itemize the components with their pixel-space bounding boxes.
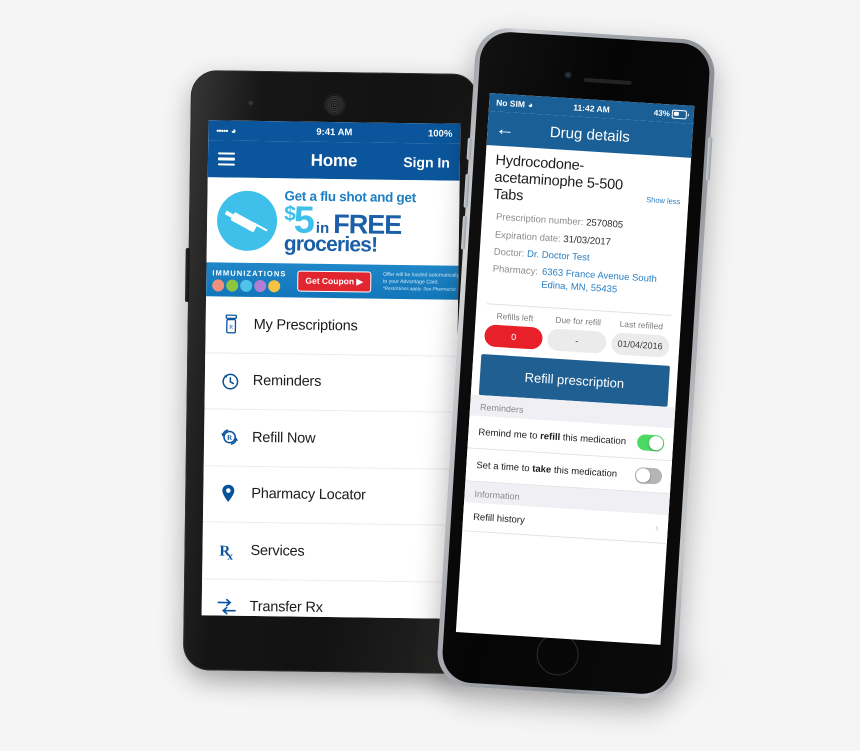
menu-item-label: Pharmacy Locator: [251, 486, 366, 504]
hepatitis-icon: [226, 279, 239, 292]
menu-item-label: My Prescriptions: [253, 316, 358, 335]
menu-item-label: Reminders: [252, 373, 322, 391]
menu-item-label: Transfer Rx: [249, 599, 323, 617]
stat-label: Due for refill: [554, 314, 602, 328]
field-value: 2570805: [585, 217, 624, 231]
svg-text:x: x: [227, 550, 233, 560]
menu-item-reminders[interactable]: Reminders: [204, 352, 458, 413]
iphone-screen: No SIM ◕ 11:42 AM 43% ← Drug details Hyd…: [455, 93, 695, 645]
svg-text:R: R: [229, 325, 233, 331]
promo-text-block: Get a flu shot and get $5 in FREE grocer…: [284, 188, 416, 257]
get-coupon-button[interactable]: Get Coupon ▶: [297, 270, 372, 293]
rx-icon: Rx: [216, 540, 238, 560]
android-app-bar: Home Sign In: [207, 140, 461, 181]
stat-label: Last refilled: [619, 318, 664, 332]
status-clock: 9:41 AM: [316, 126, 353, 138]
fine-print-line-3: *Restrictions apply. See Pharmacist.: [382, 285, 457, 292]
immunizations-left-block: IMMUNIZATIONS: [212, 267, 287, 292]
android-phone: ••••• ◕ 9:41 AM 100% Home Sign In Get a …: [182, 70, 478, 674]
field-label: Pharmacy:: [492, 263, 539, 278]
stat-refills-left: Refills left 0: [483, 310, 544, 350]
field-label: Doctor:: [493, 246, 525, 260]
reminder-label: Set a time to take this medication: [476, 459, 618, 480]
stat-value: 0: [483, 324, 544, 350]
battery-percent: 100%: [427, 127, 453, 140]
pharmacy-field: Pharmacy: 6363 France Avenue South Edina…: [492, 264, 674, 300]
menu-item-transfer-rx[interactable]: Transfer Rx: [201, 578, 455, 619]
front-camera-icon: [564, 71, 572, 79]
menu-item-label: Refill Now: [251, 429, 316, 447]
stat-value: -: [547, 328, 607, 354]
iphone-body: No SIM ◕ 11:42 AM 43% ← Drug details Hyd…: [440, 30, 712, 696]
promo-fine-print: Offer will be loaded automatically to yo…: [383, 272, 459, 293]
travel-icon: [254, 279, 267, 292]
android-screen: ••••• ◕ 9:41 AM 100% Home Sign In Get a …: [201, 120, 461, 619]
pneumonia-icon: [268, 279, 281, 292]
drug-details-content: Hydrocodone-acetaminophe 5-500 Tabs Show…: [462, 144, 692, 545]
syringe-icon: [216, 189, 278, 251]
pharmacy-address[interactable]: 6363 France Avenue South Edina, MN, 5543…: [541, 267, 657, 299]
hamburger-menu-icon[interactable]: [217, 152, 236, 166]
drug-field-list: Prescription number: 2570805 Expiration …: [477, 207, 687, 311]
immunizations-bar[interactable]: IMMUNIZATIONS Get Coupon ▶ Offer will be…: [206, 262, 459, 300]
pill-bottle-icon: R: [220, 314, 242, 334]
android-main-menu: R My Prescriptions Reminders R Refill No…: [201, 296, 459, 619]
front-camera-icon: [247, 99, 254, 106]
show-less-link[interactable]: Show less: [646, 195, 681, 206]
flu-shot-promo-banner[interactable]: Get a flu shot and get $5 in FREE grocer…: [206, 177, 460, 266]
chevron-right-icon: ›: [654, 522, 660, 535]
drug-header: Hydrocodone-acetaminophe 5-500 Tabs Show…: [483, 145, 692, 220]
map-pin-icon: [217, 484, 239, 504]
transfer-rx-icon: [216, 598, 238, 616]
menu-item-pharmacy-locator[interactable]: Pharmacy Locator: [202, 465, 456, 526]
flu-icon: [212, 278, 225, 292]
refill-rx-icon: R: [218, 428, 240, 447]
reminder-label: Remind me to refill this medication: [478, 426, 627, 447]
stat-value: 01/04/2016: [610, 332, 670, 358]
shingles-icon: [240, 279, 253, 292]
refill-history-label: Refill history: [472, 511, 526, 526]
stat-last-refilled: Last refilled 01/04/2016: [610, 318, 670, 358]
battery-percent: 43%: [653, 107, 671, 118]
stat-label: Refills left: [496, 310, 534, 324]
menu-item-my-prescriptions[interactable]: R My Prescriptions: [205, 296, 459, 357]
menu-item-refill-now[interactable]: R Refill Now: [203, 409, 457, 470]
field-label: Expiration date:: [494, 229, 562, 245]
svg-text:R: R: [226, 434, 232, 442]
currency-symbol: $: [284, 202, 295, 226]
signal-strength-icon: •••••: [216, 125, 228, 136]
take-medication-toggle[interactable]: [634, 466, 663, 485]
stat-due-for-refill: Due for refill -: [547, 314, 607, 354]
screenshot-stage: ••••• ◕ 9:41 AM 100% Home Sign In Get a …: [0, 0, 860, 751]
android-side-button[interactable]: [184, 247, 190, 303]
immunizations-title: IMMUNIZATIONS: [212, 267, 287, 278]
doctor-link[interactable]: Dr. Doctor Test: [527, 249, 590, 264]
menu-item-label: Services: [250, 542, 305, 560]
field-value: 31/03/2017: [563, 233, 612, 248]
earpiece-speaker-icon: [583, 77, 632, 85]
field-label: Prescription number:: [495, 212, 584, 229]
drug-name: Hydrocodone-acetaminophe 5-500 Tabs: [492, 152, 624, 205]
immunization-icon-row: [212, 278, 286, 292]
menu-item-services[interactable]: Rx Services: [202, 522, 455, 583]
battery-icon: [671, 109, 688, 119]
refill-reminder-toggle[interactable]: [636, 434, 665, 452]
sign-in-button[interactable]: Sign In: [403, 154, 450, 171]
iphone: No SIM ◕ 11:42 AM 43% ← Drug details Hyd…: [435, 26, 717, 700]
clock-reminder-icon: [219, 371, 241, 390]
wifi-icon: ◕: [230, 125, 237, 136]
page-title: Drug details: [549, 123, 631, 146]
back-arrow-icon[interactable]: ←: [495, 118, 515, 140]
earpiece-speaker-icon: [323, 93, 346, 117]
